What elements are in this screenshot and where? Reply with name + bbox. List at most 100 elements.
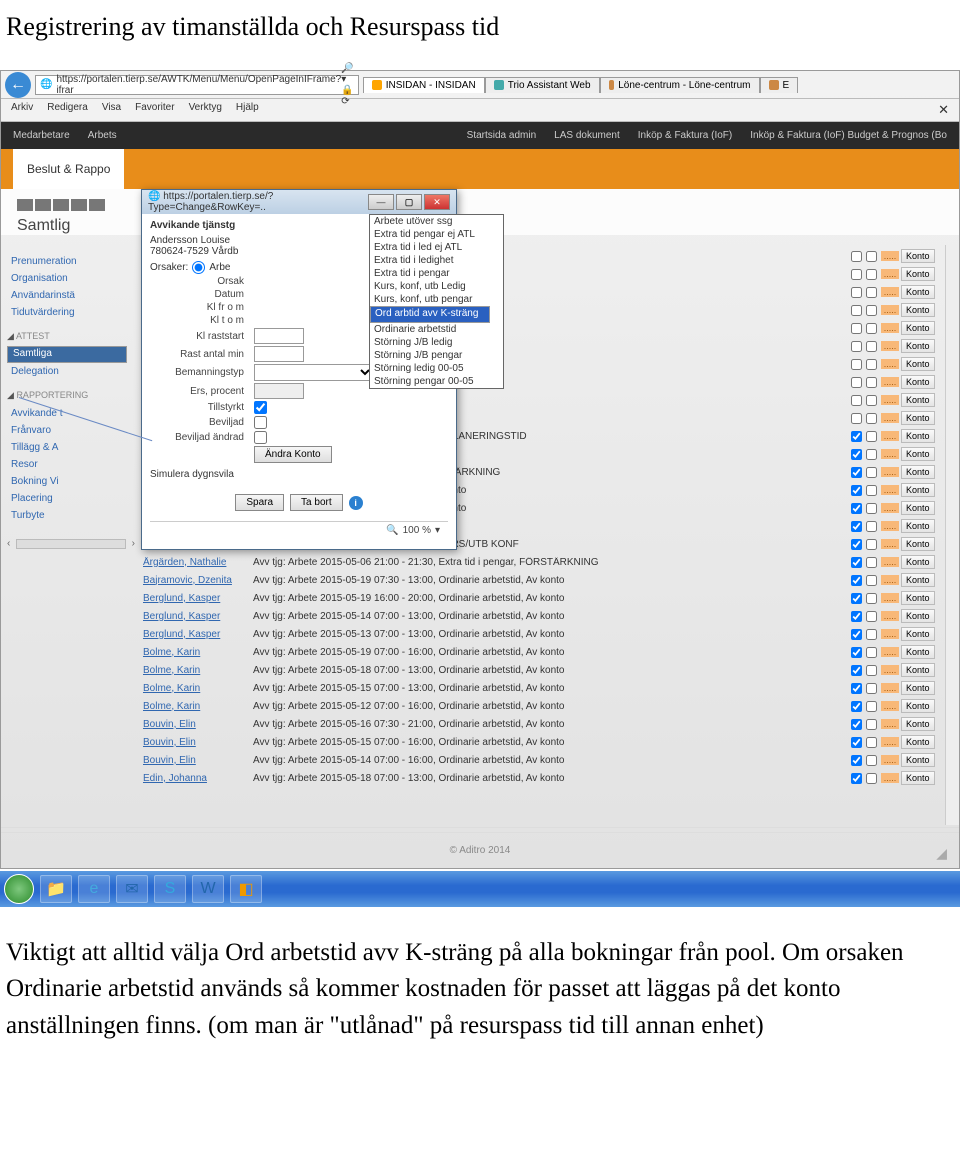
konto-button[interactable]: Konto: [901, 429, 935, 443]
sidebar-item[interactable]: Frånvaro: [7, 422, 135, 439]
row-more-button[interactable]: .....: [881, 683, 900, 693]
url-field[interactable]: 🌐 https://portalen.tierp.se/AWTK/Menu/Me…: [35, 75, 359, 95]
row-checkbox-2[interactable]: [866, 755, 877, 766]
row-more-button[interactable]: .....: [881, 413, 900, 423]
orsaker-radio[interactable]: [192, 261, 205, 274]
row-more-button[interactable]: .....: [881, 557, 900, 567]
row-checkbox-2[interactable]: [866, 701, 877, 712]
konto-button[interactable]: Konto: [901, 393, 935, 407]
orsak-dropdown-list[interactable]: Arbete utöver ssgExtra tid pengar ej ATL…: [369, 214, 504, 389]
dropdown-option[interactable]: Ord arbtid avv K-sträng: [370, 306, 490, 323]
konto-button[interactable]: Konto: [901, 699, 935, 713]
row-more-button[interactable]: .....: [881, 251, 900, 261]
menu-item[interactable]: Favoriter: [135, 102, 174, 118]
taskbar-ie-icon[interactable]: e: [78, 875, 110, 903]
breadcrumb[interactable]: Beslut & Rappo: [13, 149, 124, 189]
row-more-button[interactable]: .....: [881, 629, 900, 639]
nav-item[interactable]: Inköp & Faktura (IoF): [638, 130, 732, 141]
row-checkbox-2[interactable]: [866, 665, 877, 676]
tab[interactable]: Löne-centrum - Löne-centrum: [600, 77, 760, 93]
row-more-button[interactable]: .....: [881, 755, 900, 765]
scroll-left-icon[interactable]: ‹: [7, 538, 10, 549]
row-checkbox-2[interactable]: [866, 521, 877, 532]
start-button[interactable]: [4, 874, 34, 904]
back-button[interactable]: ←: [5, 72, 31, 98]
sidebar-item[interactable]: Bokning Vi: [7, 473, 135, 490]
row-checkbox-2[interactable]: [866, 413, 877, 424]
row-checkbox-1[interactable]: [851, 341, 862, 352]
row-checkbox-1[interactable]: [851, 773, 862, 784]
menu-item[interactable]: Redigera: [47, 102, 88, 118]
andra-konto-button[interactable]: Ändra Konto: [254, 446, 332, 463]
row-checkbox-1[interactable]: [851, 485, 862, 496]
row-checkbox-2[interactable]: [866, 377, 877, 388]
row-checkbox-2[interactable]: [866, 341, 877, 352]
taskbar-explorer-icon[interactable]: 📁: [40, 875, 72, 903]
tab[interactable]: E: [760, 77, 799, 93]
row-checkbox-1[interactable]: [851, 611, 862, 622]
konto-button[interactable]: Konto: [901, 609, 935, 623]
sidebar-item[interactable]: Organisation: [7, 270, 135, 287]
konto-button[interactable]: Konto: [901, 465, 935, 479]
row-checkbox-1[interactable]: [851, 431, 862, 442]
beviljad-andrad-checkbox[interactable]: [254, 431, 267, 444]
sidebar-item[interactable]: Turbyte: [7, 507, 135, 524]
row-checkbox-2[interactable]: [866, 737, 877, 748]
row-more-button[interactable]: .....: [881, 395, 900, 405]
dropdown-option[interactable]: Kurs, konf, utb Ledig: [370, 280, 503, 293]
row-more-button[interactable]: .....: [881, 467, 900, 477]
row-checkbox-2[interactable]: [866, 431, 877, 442]
row-checkbox-1[interactable]: [851, 683, 862, 694]
konto-button[interactable]: Konto: [901, 735, 935, 749]
dropdown-option[interactable]: Ordinarie arbetstid: [370, 323, 503, 336]
row-checkbox-1[interactable]: [851, 629, 862, 640]
row-checkbox-2[interactable]: [866, 323, 877, 334]
row-name-link[interactable]: Berglund, Kasper: [143, 629, 253, 640]
tab[interactable]: Trio Assistant Web: [485, 77, 600, 93]
row-checkbox-2[interactable]: [866, 503, 877, 514]
konto-button[interactable]: Konto: [901, 771, 935, 785]
konto-button[interactable]: Konto: [901, 627, 935, 641]
row-more-button[interactable]: .....: [881, 269, 900, 279]
row-more-button[interactable]: .....: [881, 377, 900, 387]
sidebar-item[interactable]: Tidutvärdering: [7, 304, 135, 321]
konto-button[interactable]: Konto: [901, 501, 935, 515]
search-refresh[interactable]: 🔎 ▾ 🔒 ⟳: [341, 63, 353, 107]
sidebar-item[interactable]: Användarinstä: [7, 287, 135, 304]
row-more-button[interactable]: .....: [881, 449, 900, 459]
row-name-link[interactable]: Edin, Johanna: [143, 773, 253, 784]
row-checkbox-1[interactable]: [851, 755, 862, 766]
row-checkbox-2[interactable]: [866, 557, 877, 568]
row-checkbox-1[interactable]: [851, 323, 862, 334]
row-checkbox-2[interactable]: [866, 485, 877, 496]
nav-item[interactable]: Inköp & Faktura (IoF) Budget & Prognos (…: [750, 130, 947, 141]
sidebar-item[interactable]: Tillägg & A: [7, 439, 135, 456]
dropdown-option[interactable]: Störning J/B pengar: [370, 349, 503, 362]
menu-item[interactable]: Hjälp: [236, 102, 259, 118]
close-button[interactable]: ✕: [424, 194, 450, 210]
row-more-button[interactable]: .....: [881, 305, 900, 315]
konto-button[interactable]: Konto: [901, 573, 935, 587]
row-more-button[interactable]: .....: [881, 737, 900, 747]
menu-item[interactable]: Arkiv: [11, 102, 33, 118]
row-checkbox-1[interactable]: [851, 719, 862, 730]
nav-item[interactable]: Startsida admin: [467, 130, 536, 141]
row-checkbox-2[interactable]: [866, 251, 877, 262]
row-more-button[interactable]: .....: [881, 287, 900, 297]
dropdown-option[interactable]: Extra tid i led ej ATL: [370, 241, 503, 254]
dropdown-option[interactable]: Extra tid i ledighet: [370, 254, 503, 267]
dropdown-option[interactable]: Störning ledig 00-05: [370, 362, 503, 375]
taskbar-word-icon[interactable]: W: [192, 875, 224, 903]
taskbar-skype-icon[interactable]: S: [154, 875, 186, 903]
sidebar-item[interactable]: Delegation: [7, 363, 135, 380]
row-name-link[interactable]: Bolme, Karin: [143, 647, 253, 658]
row-checkbox-1[interactable]: [851, 665, 862, 676]
konto-button[interactable]: Konto: [901, 519, 935, 533]
nav-item[interactable]: LAS dokument: [554, 130, 620, 141]
konto-button[interactable]: Konto: [901, 267, 935, 281]
row-more-button[interactable]: .....: [881, 359, 900, 369]
row-name-link[interactable]: Berglund, Kasper: [143, 593, 253, 604]
row-checkbox-1[interactable]: [851, 305, 862, 316]
row-more-button[interactable]: .....: [881, 593, 900, 603]
konto-button[interactable]: Konto: [901, 591, 935, 605]
